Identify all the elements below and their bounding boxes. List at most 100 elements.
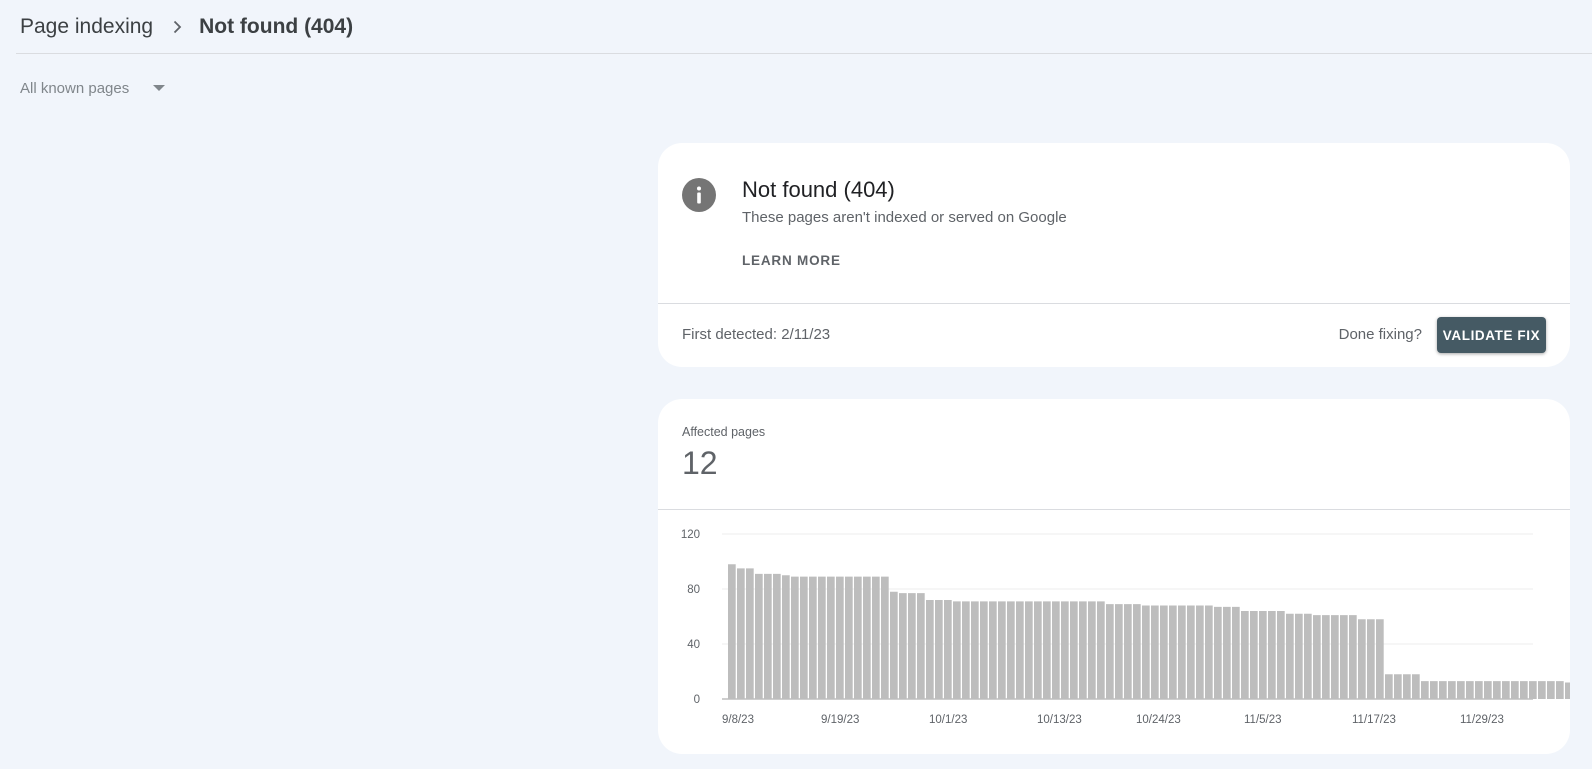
bar [836, 576, 844, 699]
affected-pages-chart: 0 40 80 120 9/8/23 9/19/23 10/1/23 10/13/23 10/2… [681, 529, 1570, 726]
bar [1457, 681, 1465, 699]
bar [1358, 619, 1366, 699]
bar [737, 568, 745, 699]
bar [863, 576, 871, 699]
bar [998, 601, 1006, 699]
bar [1430, 681, 1438, 699]
bar [1439, 681, 1447, 699]
bar [1007, 601, 1015, 699]
y-tick-label: 80 [687, 584, 700, 596]
bar [1070, 601, 1078, 699]
y-tick-label: 40 [687, 639, 700, 651]
affected-pages-card: Affected pages 12 0 40 80 120 9/8/23 9/19/23 1… [658, 399, 1570, 754]
divider [658, 303, 1570, 304]
bar [728, 564, 736, 699]
bar [1322, 615, 1330, 699]
bar [1448, 681, 1456, 699]
bar [1034, 601, 1042, 699]
bar [881, 576, 889, 699]
issue-description: These pages aren't indexed or served on … [742, 209, 1067, 226]
bar [1088, 601, 1096, 699]
bar [1016, 601, 1024, 699]
bar [944, 600, 952, 699]
bar [1160, 605, 1168, 699]
bar [1232, 606, 1240, 699]
bar [1565, 682, 1570, 699]
bar [1385, 674, 1393, 699]
bar [809, 576, 817, 699]
bar [764, 573, 772, 699]
bar [1079, 601, 1087, 699]
bar [971, 601, 979, 699]
bar [1025, 601, 1033, 699]
bar [818, 576, 826, 699]
bar [845, 576, 853, 699]
bar [890, 591, 898, 699]
bar [1421, 681, 1429, 699]
info-icon [682, 178, 716, 212]
bar [1115, 604, 1123, 699]
bar [1097, 601, 1105, 699]
bar [1502, 681, 1510, 699]
bar [962, 601, 970, 699]
validate-fix-button[interactable]: VALIDATE FIX [1437, 317, 1546, 353]
bar [1106, 604, 1114, 699]
x-tick-label: 11/17/23 [1352, 714, 1396, 726]
x-tick-label: 9/19/23 [821, 714, 859, 726]
bar [1340, 615, 1348, 699]
bar [1466, 681, 1474, 699]
bar [1196, 605, 1204, 699]
pages-filter-label: All known pages [20, 79, 130, 97]
x-tick-label: 10/13/23 [1037, 714, 1082, 726]
bar [1475, 681, 1483, 699]
pages-filter-dropdown[interactable]: All known pages [20, 76, 166, 100]
bar [1223, 606, 1231, 699]
bar [1178, 605, 1186, 699]
bar [935, 600, 943, 699]
bar [1304, 613, 1312, 699]
bar [1043, 601, 1051, 699]
bar [1484, 681, 1492, 699]
bar [1313, 615, 1321, 699]
affected-pages-count: 12 [682, 445, 718, 481]
bar [989, 601, 997, 699]
bar [1151, 605, 1159, 699]
bar [1241, 611, 1249, 699]
caret-down-icon [153, 85, 166, 91]
bar [908, 593, 916, 699]
bar [1124, 604, 1132, 699]
done-fixing-text: Done fixing? [1338, 326, 1422, 343]
bar [917, 593, 925, 699]
bar [1169, 605, 1177, 699]
bar [755, 573, 763, 699]
bar [773, 573, 781, 699]
x-tick-label: 10/1/23 [929, 714, 967, 726]
bar [827, 576, 835, 699]
page-title: Not found (404) [199, 14, 354, 38]
issue-title: Not found (404) [742, 177, 895, 202]
affected-pages-label: Affected pages [682, 425, 766, 439]
x-tick-label: 10/24/23 [1136, 714, 1181, 726]
bar [1412, 674, 1420, 699]
bar [1493, 681, 1501, 699]
first-detected-text: First detected: 2/11/23 [682, 326, 831, 343]
bar [1394, 674, 1402, 699]
bar [1250, 611, 1258, 699]
bar [1295, 613, 1303, 699]
bar [1538, 681, 1546, 699]
bar [1367, 619, 1375, 699]
issue-card: Not found (404) These pages aren't index… [658, 143, 1570, 367]
x-tick-label: 11/5/23 [1244, 714, 1282, 726]
bar [1061, 601, 1069, 699]
bar [1205, 605, 1213, 699]
breadcrumb-page-indexing[interactable]: Page indexing [20, 15, 153, 39]
bar [1520, 681, 1528, 699]
bar [1529, 681, 1537, 699]
bar [980, 601, 988, 699]
learn-more-link[interactable]: LEARN MORE [742, 253, 841, 268]
bar [1349, 615, 1357, 699]
x-tick-label: 9/8/23 [722, 714, 754, 726]
bar [953, 601, 961, 699]
bar [800, 576, 808, 699]
bar [1286, 613, 1294, 699]
